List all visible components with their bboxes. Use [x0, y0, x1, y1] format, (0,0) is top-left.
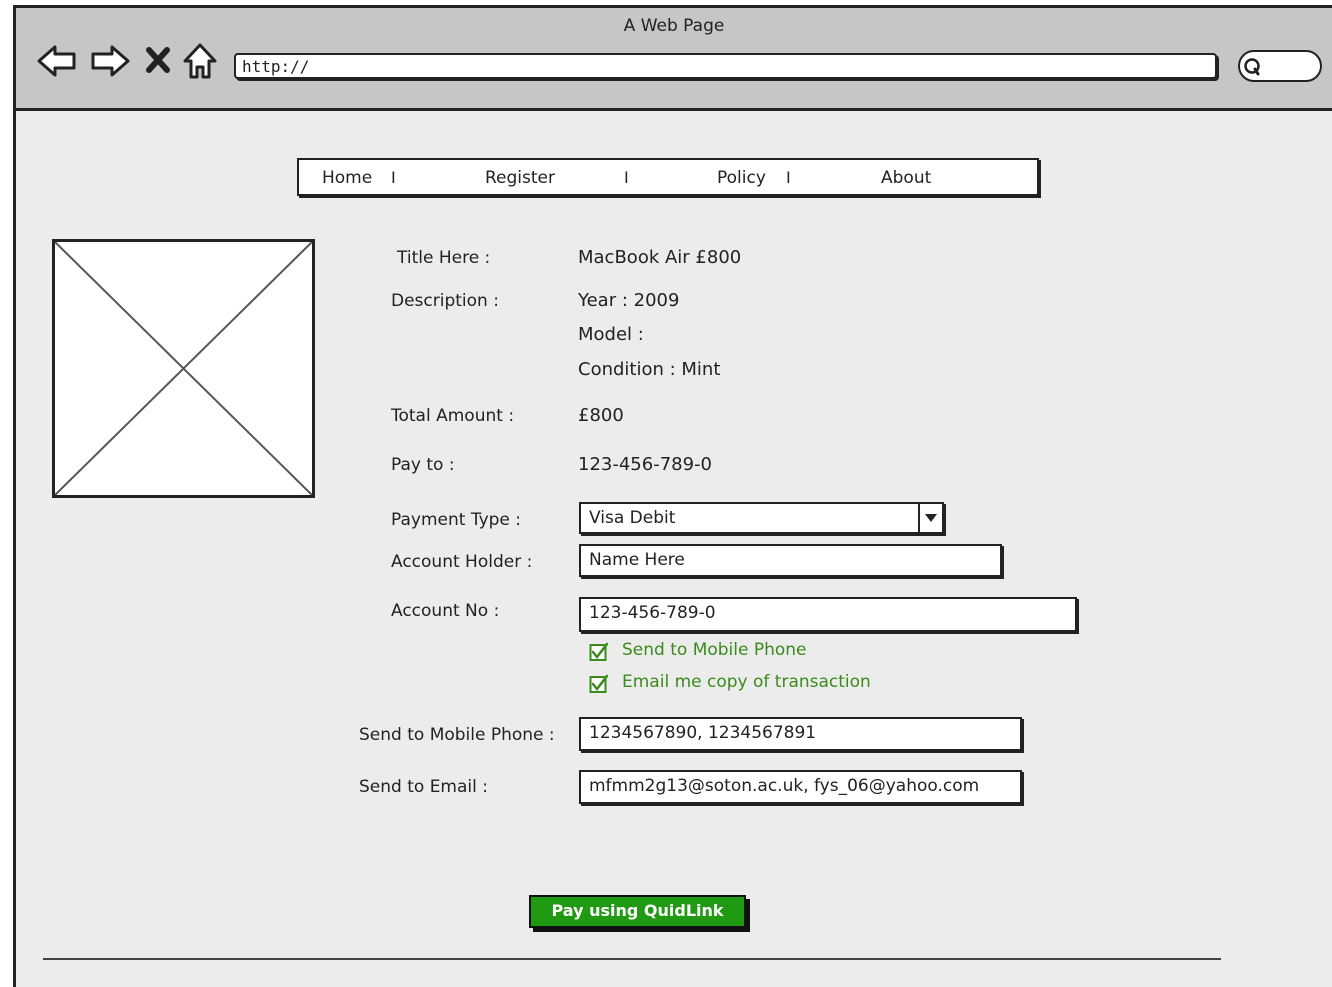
payment-type-value: Visa Debit [589, 508, 676, 528]
email-copy-checkbox[interactable]: Email me copy of transaction [589, 672, 909, 696]
search-icon [1244, 58, 1260, 76]
account-no-label: Account No : [391, 601, 500, 621]
send-mobile-checkbox-label: Send to Mobile Phone [622, 640, 807, 660]
payment-type-label: Payment Type : [391, 510, 522, 530]
nav-separator: I [624, 168, 629, 187]
account-no-input[interactable]: 123-456-789-0 [579, 597, 1077, 632]
account-holder-input[interactable]: Name Here [579, 544, 1002, 577]
browser-toolbar: A Web Page http:// [16, 8, 1332, 111]
window-title: A Web Page [623, 16, 725, 36]
chevron-down-icon [925, 514, 937, 522]
browser-window: A Web Page http:// Home I Register I Pol… [13, 5, 1332, 987]
description-model: Model : [578, 324, 644, 345]
payment-type-select[interactable]: Visa Debit [579, 502, 944, 534]
nav-item-about[interactable]: About [881, 168, 931, 188]
url-input[interactable]: http:// [234, 53, 1217, 79]
description-condition: Condition : Mint [578, 359, 721, 380]
back-arrow-icon[interactable] [36, 42, 78, 80]
description-year: Year : 2009 [578, 290, 680, 311]
product-image-placeholder [52, 239, 315, 498]
pay-to-value: 123-456-789-0 [578, 454, 713, 475]
nav-menu: Home I Register I Policy I About [297, 158, 1039, 196]
pay-quidlink-button[interactable]: Pay using QuidLink [529, 895, 746, 928]
description-label: Description : [391, 291, 499, 311]
send-mobile-label: Send to Mobile Phone : [359, 725, 555, 745]
pay-to-label: Pay to : [391, 455, 455, 475]
total-amount-value: £800 [578, 405, 624, 426]
send-mobile-input[interactable]: 1234567890, 1234567891 [579, 717, 1022, 751]
title-label: Title Here : [397, 248, 491, 268]
total-amount-label: Total Amount : [391, 406, 515, 426]
footer-divider [43, 958, 1221, 960]
send-mobile-checkbox[interactable]: Send to Mobile Phone [589, 640, 889, 664]
close-icon[interactable] [145, 46, 171, 74]
checkbox-checked-icon [589, 674, 609, 693]
dropdown-toggle[interactable] [918, 504, 942, 532]
nav-item-register[interactable]: Register [485, 168, 555, 188]
search-input[interactable] [1238, 50, 1322, 82]
title-value: MacBook Air £800 [578, 247, 742, 268]
send-email-label: Send to Email : [359, 777, 488, 797]
nav-item-home[interactable]: Home [322, 168, 372, 188]
forward-arrow-icon[interactable] [89, 42, 131, 80]
nav-separator: I [786, 168, 791, 187]
nav-separator: I [391, 168, 396, 187]
nav-item-policy[interactable]: Policy [717, 168, 766, 188]
image-placeholder-icon [54, 241, 313, 496]
email-copy-checkbox-label: Email me copy of transaction [622, 672, 871, 692]
send-email-input[interactable]: mfmm2g13@soton.ac.uk, fys_06@yahoo.com [579, 770, 1022, 804]
home-icon[interactable] [182, 41, 218, 81]
checkbox-checked-icon [589, 642, 609, 661]
account-holder-label: Account Holder : [391, 552, 533, 572]
